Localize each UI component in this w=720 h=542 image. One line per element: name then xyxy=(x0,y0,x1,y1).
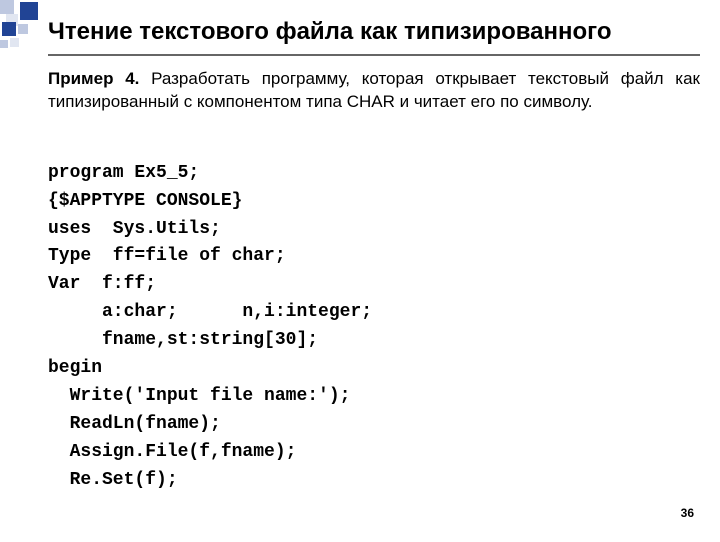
code-line: fname,st:string[30]; xyxy=(48,330,318,350)
code-line: Assign.File(f,fname); xyxy=(48,442,296,462)
title-rule xyxy=(48,54,700,56)
code-line: begin xyxy=(48,358,102,378)
code-line: {$APPTYPE CONSOLE} xyxy=(48,191,242,211)
code-line: uses Sys.Utils; xyxy=(48,219,221,239)
code-line: Type ff=file of char; xyxy=(48,246,286,266)
task-body: Разработать программу, которая открывает… xyxy=(48,69,700,111)
slide-content: Чтение текстового файла как типизированн… xyxy=(0,0,720,542)
code-line: ReadLn(fname); xyxy=(48,414,221,434)
code-line: a:char; n,i:integer; xyxy=(48,302,372,322)
code-block: program Ex5_5; {$APPTYPE CONSOLE} uses S… xyxy=(48,132,700,522)
slide-title: Чтение текстового файла как типизированн… xyxy=(48,18,700,46)
task-paragraph: Пример 4. Разработать программу, которая… xyxy=(48,68,700,114)
code-line: Re.Set(f); xyxy=(48,470,178,490)
code-line: Write('Input file name:'); xyxy=(48,386,350,406)
task-lead: Пример 4. xyxy=(48,69,139,88)
code-line: program Ex5_5; xyxy=(48,163,199,183)
page-number: 36 xyxy=(681,506,694,520)
code-line: Var f:ff; xyxy=(48,274,156,294)
corner-decoration xyxy=(0,0,60,60)
